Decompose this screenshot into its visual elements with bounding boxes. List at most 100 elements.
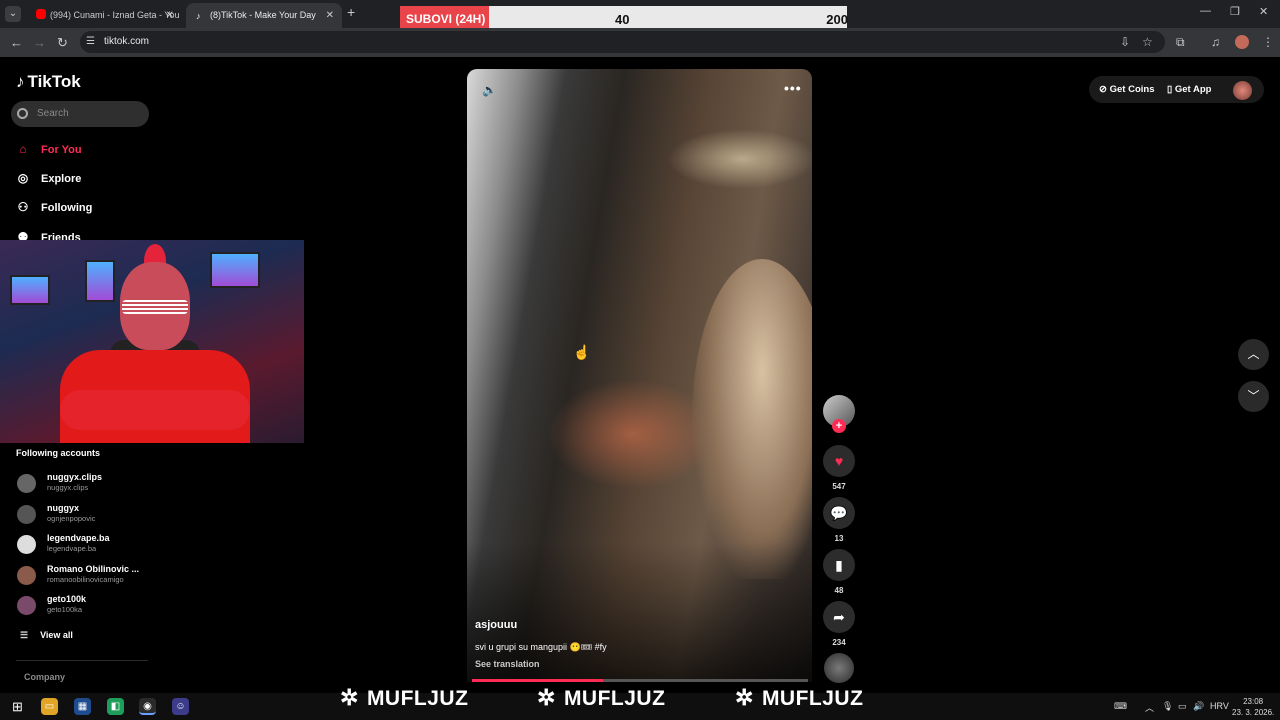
- file-explorer-icon[interactable]: ▭: [41, 698, 58, 715]
- new-tab-icon[interactable]: +: [347, 4, 355, 20]
- tiktok-icon: ♪: [196, 11, 201, 21]
- browser-profile-avatar[interactable]: [1235, 35, 1249, 49]
- forward-icon[interactable]: →: [33, 35, 46, 50]
- tab-search-icon[interactable]: ⌄: [5, 6, 21, 22]
- video-author[interactable]: asjouuu: [475, 619, 517, 631]
- extensions-icon[interactable]: ⧉: [1176, 35, 1185, 50]
- list-icon: ☰: [20, 630, 29, 640]
- bookmark-star-icon[interactable]: ☆: [1142, 35, 1153, 49]
- share-button[interactable]: ➦: [823, 601, 855, 633]
- phone-icon: ▯: [1167, 84, 1175, 95]
- nav-label: Explore: [41, 173, 82, 185]
- omnibox[interactable]: [80, 31, 1165, 53]
- next-video-button[interactable]: ﹀: [1238, 381, 1269, 412]
- avatar: [17, 566, 36, 585]
- comment-count: 13: [834, 534, 844, 543]
- previous-video-button[interactable]: ︿: [1238, 339, 1269, 370]
- browser-menu-icon[interactable]: ⋮: [1262, 35, 1274, 49]
- speaker-icon[interactable]: 🔊: [1193, 701, 1204, 712]
- close-tab-icon[interactable]: ✕: [326, 3, 334, 28]
- chrome-icon[interactable]: ◉: [139, 698, 156, 715]
- language-indicator[interactable]: HRV: [1210, 701, 1229, 711]
- search-input[interactable]: [11, 101, 149, 127]
- sidebar-divider: [16, 660, 148, 661]
- mouse-cursor-icon: ☝: [573, 344, 591, 360]
- see-translation-link[interactable]: See translation: [475, 659, 540, 669]
- save-button[interactable]: ▮: [823, 549, 855, 581]
- close-tab-icon[interactable]: ✕: [166, 3, 174, 28]
- watermark-text: MUFLJUZ: [761, 687, 864, 710]
- get-app-label: Get App: [1174, 84, 1212, 95]
- following-accounts-header: Following accounts: [16, 448, 101, 458]
- account-handle: ognjenpopovic: [47, 514, 96, 523]
- view-all-link[interactable]: ☰ View all: [20, 630, 73, 641]
- comment-button[interactable]: 💬: [823, 497, 855, 529]
- app-icon[interactable]: ◧: [107, 698, 124, 715]
- get-app-button[interactable]: ▯ Get App: [1167, 84, 1211, 95]
- minimize-icon[interactable]: —: [1200, 5, 1211, 17]
- share-count: 234: [832, 638, 846, 647]
- user-avatar[interactable]: [1233, 81, 1252, 100]
- volume-icon[interactable]: 🔈: [482, 83, 497, 97]
- back-icon[interactable]: ←: [10, 35, 23, 50]
- music-disc-icon[interactable]: [824, 653, 854, 683]
- background-monitor: [210, 252, 260, 288]
- tray-expand-icon[interactable]: ︿: [1145, 701, 1154, 714]
- coin-icon: ⊘: [1099, 84, 1110, 95]
- logo-text: TikTok: [27, 72, 81, 91]
- avatar: [17, 596, 36, 615]
- watermark-logo: ✲ MUFLJUZ: [537, 685, 665, 711]
- watermark-text: MUFLJUZ: [563, 687, 666, 710]
- comment-icon: 💬: [830, 505, 848, 521]
- background-monitor: [10, 275, 50, 305]
- like-button[interactable]: ♥: [823, 445, 855, 477]
- network-icon[interactable]: ▭: [1178, 701, 1187, 712]
- tab-tiktok[interactable]: ♪ (8)TikTok - Make Your Day ✕: [186, 3, 342, 28]
- store-icon[interactable]: ▦: [74, 698, 91, 715]
- video-player[interactable]: [467, 69, 812, 682]
- compass-icon: ◎: [17, 171, 29, 185]
- close-window-icon[interactable]: ✕: [1259, 5, 1268, 18]
- video-caption: svi u grupi su mangupii 😶🎟 #fy: [475, 642, 607, 652]
- account-name: nuggyx.clips: [47, 472, 103, 482]
- account-handle: romanoobilinovicamigo: [47, 575, 124, 584]
- url-text[interactable]: tiktok.com: [104, 36, 149, 47]
- account-name: Romano Obilinovic ...: [47, 564, 140, 574]
- avatar: [17, 535, 36, 554]
- microphone-icon[interactable]: 🎙: [1162, 701, 1173, 712]
- save-count: 48: [834, 586, 844, 595]
- system-clock[interactable]: 23:08 23. 3. 2026.: [1232, 696, 1274, 718]
- keyboard-tray-icon[interactable]: ⌨: [1114, 701, 1127, 712]
- video-progress-bar[interactable]: [472, 679, 808, 682]
- company-link[interactable]: Company: [24, 672, 65, 682]
- install-icon[interactable]: ⇩: [1120, 35, 1130, 49]
- discord-icon[interactable]: ☺: [172, 698, 189, 715]
- nav-following[interactable]: ⚇ Following: [14, 200, 93, 214]
- get-coins-label: Get Coins: [1109, 84, 1155, 95]
- nav-explore[interactable]: ◎ Explore: [14, 171, 82, 185]
- youtube-icon: [36, 9, 46, 19]
- reload-icon[interactable]: ↻: [57, 35, 68, 51]
- video-light: [667, 129, 812, 189]
- account-name: legendvape.ba: [47, 533, 110, 543]
- site-info-icon[interactable]: ☰: [86, 36, 95, 47]
- windows-start-icon[interactable]: ⊞: [9, 698, 26, 715]
- tiktok-logo[interactable]: ♪ TikTok: [16, 72, 81, 92]
- more-options-icon[interactable]: •••: [784, 80, 802, 96]
- media-icon[interactable]: ♫: [1211, 35, 1220, 49]
- chevron-up-icon: ︿: [1247, 347, 1260, 361]
- tab-youtube[interactable]: (994) Cunami - Iznad Geta - You ✕: [26, 3, 182, 28]
- heart-icon: ♥: [834, 453, 844, 469]
- star-logo-icon: ✲: [340, 685, 359, 710]
- home-icon: ⌂: [19, 142, 27, 156]
- following-icon: ⚇: [17, 200, 29, 214]
- like-count: 547: [832, 482, 846, 491]
- avatar: [17, 474, 36, 493]
- background-monitor: [85, 260, 115, 302]
- account-name: nuggyx: [47, 503, 80, 513]
- nav-for-you[interactable]: ⌂ For You: [14, 142, 81, 156]
- follow-plus-icon[interactable]: +: [832, 419, 846, 433]
- get-coins-button[interactable]: ⊘ Get Coins: [1099, 84, 1154, 95]
- restore-icon[interactable]: ❐: [1230, 5, 1240, 18]
- streamer-glasses: [122, 300, 188, 314]
